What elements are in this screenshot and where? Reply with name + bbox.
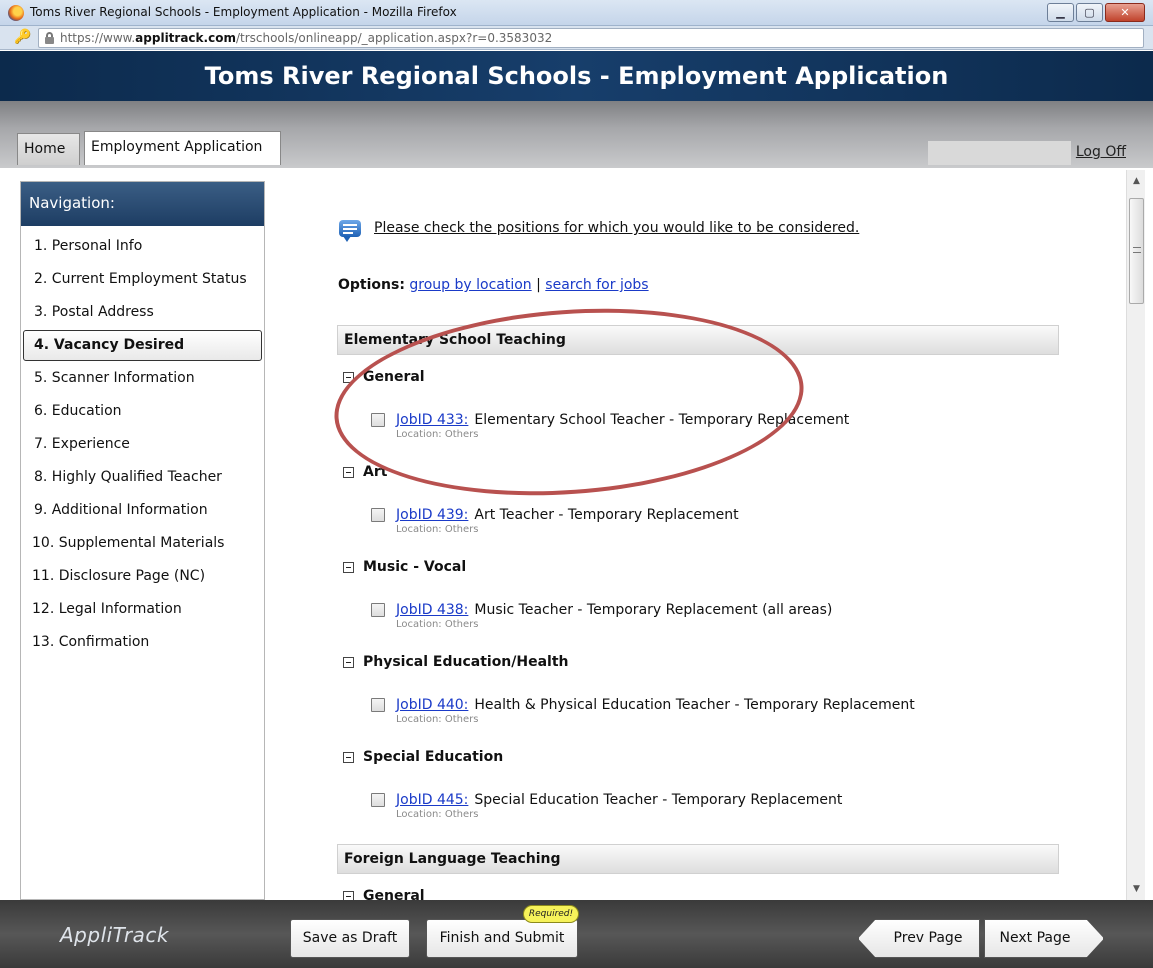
main-content: Please check the positions for which you… [282,170,1122,900]
job-item: JobID 440: Health & Physical Education T… [371,697,915,725]
group-general[interactable]: General [343,888,425,900]
job-title: Art Teacher - Temporary Replacement [474,507,739,523]
navigation-heading: Navigation: [21,182,264,226]
url-text: https://www.applitrack.com/trschools/onl… [60,31,553,45]
minimize-button[interactable]: ▁ [1047,3,1074,22]
job-location: Location: Others [396,809,479,820]
category-header: Foreign Language Teaching [337,844,1059,874]
url-input[interactable]: https://www.applitrack.com/trschools/onl… [38,28,1144,48]
job-item: JobID 445: Special Education Teacher - T… [371,792,842,820]
job-id-link[interactable]: JobID 439: [396,507,468,523]
scroll-up-icon[interactable]: ▲ [1127,172,1146,190]
job-location: Location: Others [396,524,479,535]
nav-item-current-employment-status[interactable]: 2. Current Employment Status [21,263,264,296]
log-off-link[interactable]: Log Off [1076,144,1126,160]
job-id-link[interactable]: JobID 445: [396,792,468,808]
job-title: Music Teacher - Temporary Replacement (a… [474,602,833,618]
nav-item-experience[interactable]: 7. Experience [21,428,264,461]
nav-item-vacancy-desired[interactable]: 4. Vacancy Desired [23,330,262,361]
collapse-icon[interactable] [343,561,354,573]
nav-item-legal-information[interactable]: 12. Legal Information [21,593,264,626]
window-controls: ▁ ▢ ✕ [1047,3,1145,22]
nav-item-additional-information[interactable]: 9. Additional Information [21,494,264,527]
scroll-down-icon[interactable]: ▼ [1127,880,1146,898]
window-titlebar: Toms River Regional Schools - Employment… [0,0,1153,26]
group-label: Music - Vocal [363,559,467,575]
nav-item-supplemental-materials[interactable]: 10. Supplemental Materials [21,527,264,560]
maximize-button[interactable]: ▢ [1076,3,1103,22]
nav-item-personal-info[interactable]: 1. Personal Info [21,230,264,263]
job-title: Health & Physical Education Teacher - Te… [474,697,915,713]
collapse-icon[interactable] [343,466,354,478]
group-by-location-link[interactable]: group by location [409,277,531,293]
nav-item-highly-qualified-teacher[interactable]: 8. Highly Qualified Teacher [21,461,264,494]
tab-employment-application[interactable]: Employment Application [84,131,281,165]
finish-and-submit-button[interactable]: Finish and Submit [426,919,578,958]
required-badge: Required! [523,905,579,923]
nav-item-postal-address[interactable]: 3. Postal Address [21,296,264,329]
vertical-scrollbar[interactable]: ▲ ▼ [1126,170,1145,900]
key-icon[interactable]: 🔑 [14,29,32,47]
group-physical-education-health[interactable]: Physical Education/Health [343,654,569,670]
scrollbar-thumb[interactable] [1129,198,1144,304]
job-id-link[interactable]: JobID 440: [396,697,468,713]
options-separator: | [536,277,541,293]
firefox-icon [8,5,24,21]
job-checkbox[interactable] [371,698,385,712]
navigation-sidebar: Navigation: 1. Personal Info 2. Current … [20,181,265,900]
address-bar-area: 🔑 https://www.applitrack.com/trschools/o… [0,26,1153,50]
group-special-education[interactable]: Special Education [343,749,503,765]
job-item: JobID 439: Art Teacher - Temporary Repla… [371,507,739,535]
collapse-icon[interactable] [343,751,354,763]
job-location: Location: Others [396,714,479,725]
message-bubble-icon [339,220,361,242]
group-label: Special Education [363,749,504,765]
intro-text: Please check the positions for which you… [374,220,860,236]
page-title: Toms River Regional Schools - Employment… [204,62,949,90]
navigation-list: 1. Personal Info 2. Current Employment S… [21,226,264,659]
collapse-icon[interactable] [343,890,354,900]
search-for-jobs-link[interactable]: search for jobs [545,277,648,293]
next-page-button[interactable]: Next Page [984,919,1104,958]
options-row: Options: group by location | search for … [338,277,649,293]
job-item: JobID 438: Music Teacher - Temporary Rep… [371,602,832,630]
collapse-icon[interactable] [343,656,354,668]
save-as-draft-button[interactable]: Save as Draft [290,919,410,958]
group-label: Physical Education/Health [363,654,569,670]
window-title: Toms River Regional Schools - Employment… [30,5,457,19]
group-music-vocal[interactable]: Music - Vocal [343,559,466,575]
nav-item-scanner-information[interactable]: 5. Scanner Information [21,362,264,395]
tab-bar: Home Employment Application Log Off [0,101,1153,168]
intro-message: Please check the positions for which you… [339,214,859,242]
nav-item-confirmation[interactable]: 13. Confirmation [21,626,264,659]
user-slot [928,141,1071,165]
job-location: Location: Others [396,619,479,630]
applitrack-logo: AppliTrack [60,923,169,947]
prev-page-button[interactable]: Prev Page [858,919,980,958]
group-label: General [363,888,425,900]
tab-home[interactable]: Home [17,133,80,165]
job-id-link[interactable]: JobID 438: [396,602,468,618]
lock-icon [45,32,54,44]
job-checkbox[interactable] [371,508,385,522]
app-header: Toms River Regional Schools - Employment… [0,51,1153,101]
options-label: Options: [338,277,405,293]
job-checkbox[interactable] [371,603,385,617]
job-title: Special Education Teacher - Temporary Re… [474,792,843,808]
close-button[interactable]: ✕ [1105,3,1145,22]
nav-item-disclosure-page[interactable]: 11. Disclosure Page (NC) [21,560,264,593]
job-checkbox[interactable] [371,793,385,807]
nav-item-education[interactable]: 6. Education [21,395,264,428]
